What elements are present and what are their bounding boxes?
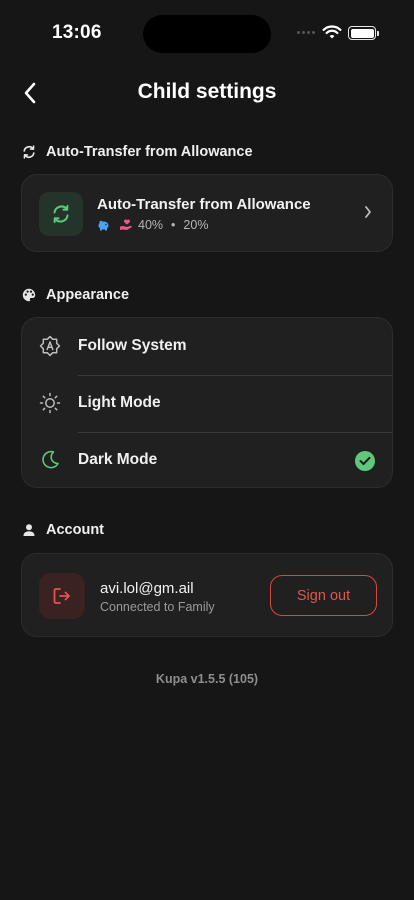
palette-icon [22,288,36,302]
cellular-signal-icon [297,31,315,34]
section-title: Auto-Transfer from Allowance [46,144,253,160]
appearance-option-light-mode[interactable]: Light Mode [22,375,392,432]
app-version: Kupa v1.5.5 (105) [155,672,259,686]
auto-transfer-card[interactable]: Auto-Transfer from Allowance 40% • 20% [21,174,393,252]
logout-icon-tile [39,573,85,619]
option-label: Follow System [78,337,187,354]
account-status: Connected to Family [100,600,215,614]
piggy-bank-icon [98,220,109,231]
appearance-card: Follow System Light Mode Dark Mode [21,317,393,488]
status-time: 13:06 [52,22,102,43]
wifi-icon [322,25,342,45]
auto-brightness-icon [39,335,61,357]
status-bar: 13:06 [0,0,414,64]
appearance-section-header: Appearance [22,287,129,303]
account-email: avi.lol@gm.ail [100,580,194,597]
sign-out-button[interactable]: Sign out [270,575,377,616]
person-icon [22,523,36,537]
account-section-header: Account [22,522,104,538]
auto-transfer-section-header: Auto-Transfer from Allowance [22,144,253,160]
page-title: Child settings [137,80,277,103]
chevron-right-icon [364,205,372,224]
appearance-option-dark-mode[interactable]: Dark Mode [22,432,392,489]
option-label: Light Mode [78,394,161,411]
account-card: avi.lol@gm.ail Connected to Family Sign … [21,553,393,637]
savings-percent: 40% [138,218,164,232]
moon-icon [39,449,61,471]
logout-icon [53,588,70,604]
sync-icon [22,145,36,159]
dynamic-island [143,15,271,53]
section-title: Account [46,522,104,538]
auto-transfer-title: Auto-Transfer from Allowance [97,196,311,213]
heart-hand-icon [120,219,132,230]
auto-transfer-summary: 40% • 20% [97,218,208,232]
battery-tip [377,30,379,36]
check-circle-icon [355,451,375,471]
auto-transfer-icon-tile [39,192,83,236]
donate-percent: 20% [183,218,209,232]
sun-icon [39,392,61,414]
section-title: Appearance [46,287,130,303]
appearance-option-follow-system[interactable]: Follow System [22,318,392,375]
separator-dot: • [171,218,176,232]
sync-icon [53,205,69,223]
option-label: Dark Mode [78,451,158,468]
battery-icon [348,26,376,40]
